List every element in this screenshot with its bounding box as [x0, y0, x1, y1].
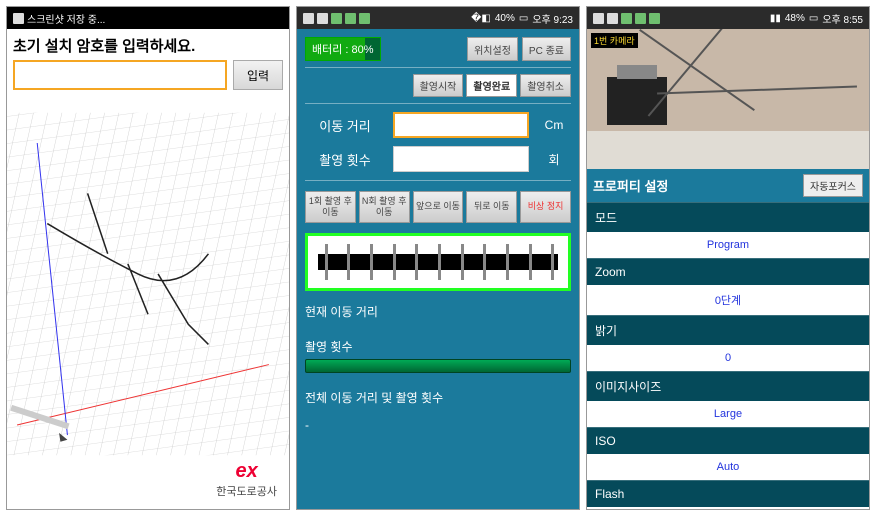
move-distance-input[interactable]: [393, 112, 529, 138]
screen-1-enter-password: 스크린샷 저장 중... 초기 설치 암호를 입력하세요. 입력: [6, 6, 290, 510]
battery-pct: 48%: [785, 13, 805, 24]
saving-text: 스크린샷 저장 중...: [27, 11, 105, 26]
shot-count-progress: [305, 359, 571, 373]
divider: [305, 180, 571, 181]
screen-2-body: 배터리 : 80% 위치설정 PC 종료 촬영시작 촬영완료 촬영취소 이동 거…: [297, 29, 579, 509]
briefcase-icon: [649, 13, 660, 24]
brand-logo: ex 한국도로공사: [216, 460, 277, 499]
prop-imagesize-label: 이미지사이즈: [587, 371, 869, 401]
move-distance-label: 이동 거리: [305, 116, 385, 135]
total-value: -: [305, 418, 571, 432]
screen-3-body: 1번 카메라 프로퍼티 설정 자동포커스 모드 Program Zoom 0단계…: [587, 29, 869, 509]
logo-ex: ex: [216, 460, 277, 483]
logo-text: 한국도로공사: [216, 483, 277, 499]
shoot-start-button[interactable]: 촬영시작: [413, 74, 464, 97]
prop-iso-label: ISO: [587, 427, 869, 454]
move-back-button[interactable]: 뒤로 이동: [466, 191, 517, 223]
app-icon: [607, 13, 618, 24]
enter-button[interactable]: 입력: [233, 60, 283, 90]
shoot-cancel-button[interactable]: 촬영취소: [520, 74, 571, 97]
screen-2-motion-control: �◧ 40% ▭ 오후 9:23 배터리 : 80% 위치설정 PC 종료 촬영…: [296, 6, 580, 510]
password-prompt: 초기 설치 암호를 입력하세요.: [13, 35, 283, 56]
prop-zoom-label: Zoom: [587, 258, 869, 285]
prop-iso-value[interactable]: Auto: [587, 454, 869, 480]
shield-icon: [331, 13, 342, 24]
app-icon: [593, 13, 604, 24]
screen-3-camera-properties: ▮▮ 48% ▭ 오후 8:55 1번 카메라 프로퍼티 설정 자동포커스 모드…: [586, 6, 870, 510]
property-list: 모드 Program Zoom 0단계 밝기 0 이미지사이즈 Large IS…: [587, 202, 869, 510]
grid-svg: [7, 99, 289, 469]
autofocus-button[interactable]: 자동포커스: [803, 174, 863, 197]
move-after-1-button[interactable]: 1회 촬영 후 이동: [305, 191, 356, 223]
current-distance-label: 현재 이동 거리: [305, 303, 571, 320]
app-icon: [317, 13, 328, 24]
pc-shutdown-button[interactable]: PC 종료: [522, 37, 571, 61]
signal-icon: ▮▮: [770, 13, 781, 24]
prop-flash-label: Flash: [587, 480, 869, 507]
emergency-stop-button[interactable]: 비상 정지: [520, 191, 571, 223]
pc-battery-badge: 배터리 : 80%: [305, 37, 381, 61]
shot-count-heading: 촬영 횟수: [305, 338, 571, 355]
prop-mode-label: 모드: [587, 202, 869, 232]
wifi-icon: �◧: [471, 13, 491, 24]
unit-cm: Cm: [537, 118, 571, 132]
shield-icon: [621, 13, 632, 24]
clock: 오후 9:23: [532, 11, 573, 26]
prop-imagesize-value[interactable]: Large: [587, 401, 869, 427]
clock: 오후 8:55: [822, 11, 863, 26]
move-after-n-button[interactable]: N회 촬영 후 이동: [359, 191, 410, 223]
unit-count: 회: [537, 151, 571, 168]
battery-icon: ▭: [809, 13, 818, 24]
divider: [305, 103, 571, 104]
gear-icon: [635, 13, 646, 24]
prop-zoom-value[interactable]: 0단계: [587, 285, 869, 315]
divider: [305, 67, 571, 68]
prop-mode-value[interactable]: Program: [587, 232, 869, 258]
screenshot-icon: [13, 13, 24, 24]
status-bar: ▮▮ 48% ▭ 오후 8:55: [587, 7, 869, 29]
prop-brightness-value[interactable]: 0: [587, 345, 869, 371]
crack-grid-image: [7, 99, 289, 469]
prop-flash-value[interactable]: Off: [587, 507, 869, 510]
ruler-display: [305, 233, 571, 291]
camera-preview: 1번 카메라: [587, 29, 869, 169]
shoot-done-button[interactable]: 촬영완료: [466, 74, 517, 97]
position-set-button[interactable]: 위치설정: [467, 37, 518, 61]
briefcase-icon: [359, 13, 370, 24]
total-label: 전체 이동 거리 및 촬영 횟수: [305, 389, 571, 406]
battery-icon: ▭: [519, 13, 528, 24]
screen-1-body: 초기 설치 암호를 입력하세요. 입력 ex 한국도로공사: [7, 29, 289, 509]
move-forward-button[interactable]: 앞으로 이동: [413, 191, 464, 223]
shot-count-label: 촬영 횟수: [305, 150, 385, 169]
properties-title: 프로퍼티 설정: [593, 176, 803, 195]
app-icon: [303, 13, 314, 24]
battery-pct: 40%: [495, 13, 515, 24]
password-input[interactable]: [13, 60, 227, 90]
status-bar: 스크린샷 저장 중...: [7, 7, 289, 29]
prop-brightness-label: 밝기: [587, 315, 869, 345]
gear-icon: [345, 13, 356, 24]
status-bar: �◧ 40% ▭ 오후 9:23: [297, 7, 579, 29]
shot-count-input[interactable]: [393, 146, 529, 172]
